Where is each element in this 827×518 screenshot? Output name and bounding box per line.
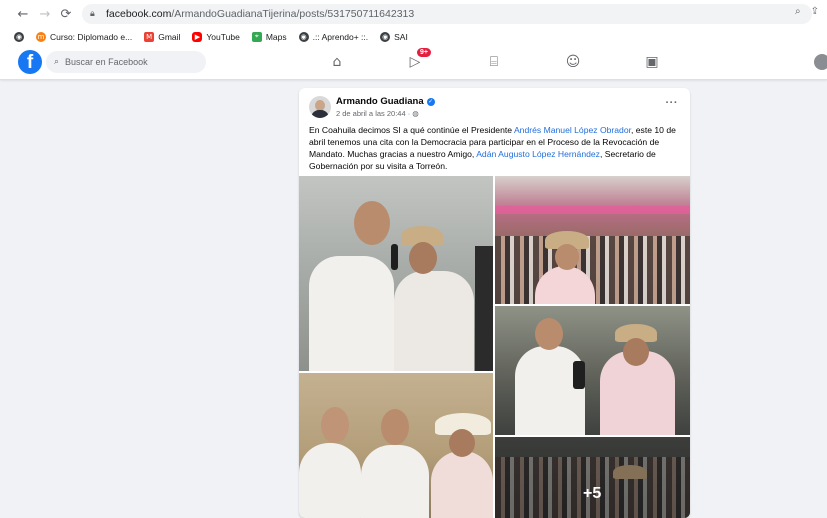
lock-icon: 🔒︎ [90, 9, 95, 19]
post-photo-4[interactable] [299, 373, 493, 518]
globe-icon: ◉ [14, 31, 24, 42]
photo-person-head [535, 318, 563, 350]
photo-person [361, 445, 429, 518]
gaming-icon[interactable]: ▣ [641, 52, 663, 72]
bookmark-label-0: Curso: Diplomado e... [50, 31, 133, 42]
more-photos-count: +5 [583, 485, 602, 502]
more-photos-overlay [495, 437, 690, 518]
bookmark-icon-0: m [36, 31, 46, 42]
photo-person-head [623, 338, 649, 366]
bookmark-label-3: Maps [265, 31, 287, 42]
post-timestamp[interactable]: 2 de abril a las 20:44 · ◍ [336, 109, 419, 118]
home-icon[interactable]: ⌂ [326, 52, 348, 72]
photo-person-head [409, 242, 437, 274]
url-field[interactable]: 🔒︎ facebook.com/ArmandoGuadianaTijerina/… [82, 4, 812, 24]
photo-person-head [354, 201, 390, 245]
bookmark-globe[interactable]: ◉ [14, 31, 24, 42]
post-photo-3[interactable] [495, 306, 690, 435]
notification-badge: 9+ [416, 47, 432, 58]
facebook-header: f ⌕ Buscar en Facebook ⌂ ▷ 9+ ⌸ ☺ ▣ [0, 45, 827, 80]
post-card: Armando Guadiana ✓ 2 de abril a las 20:4… [299, 88, 690, 518]
post-photo-2[interactable] [495, 176, 690, 304]
photo-microphone [391, 244, 398, 270]
post-text-part-1: En Coahuila decimos SI a qué continúe el… [309, 125, 514, 135]
bookmark-icon-5: ◉ [380, 31, 391, 42]
bookmark-item-2[interactable]: ▶ YouTube [192, 31, 240, 42]
photo-person [515, 346, 585, 435]
bookmark-label-1: Gmail [158, 31, 181, 42]
bookmark-item-4[interactable]: ◉.:: Aprendo+ ::. [298, 31, 369, 42]
post-text: En Coahuila decimos SI a qué continúe el… [309, 124, 681, 172]
bookmark-icon-1: M [144, 31, 155, 42]
zoom-icon[interactable]: ⌕ [795, 6, 801, 17]
forward-arrow-icon[interactable]: → [36, 5, 54, 23]
share-icon[interactable]: ⇪ [811, 6, 819, 17]
avatar-body [311, 110, 329, 118]
author-avatar[interactable] [309, 96, 331, 118]
bookmark-label-4: .:: Aprendo+ ::. [312, 31, 369, 42]
bookmark-item-1[interactable]: M Gmail [144, 31, 181, 42]
url-path: /ArmandoGuadianaTijerina/posts/531750711… [171, 8, 415, 20]
groups-icon[interactable]: ☺ [562, 52, 584, 72]
photo-person-head [381, 409, 409, 445]
photo-person-head [449, 429, 475, 457]
photo-stage-lights [495, 206, 690, 214]
author-name-link[interactable]: Armando Guadiana ✓ [336, 96, 435, 107]
search-icon: ⌕ [54, 57, 60, 67]
bookmark-item-5[interactable]: ◉ SAI [380, 31, 408, 42]
browser-address-bar: ← → ⟳ 🔒︎ facebook.com/ArmandoGuadianaTij… [0, 0, 827, 28]
photo-person-head [321, 407, 349, 443]
bookmark-item-3[interactable]: ⌖ Maps [251, 31, 287, 42]
bookmark-icon-2: ▶ [192, 31, 203, 42]
bookmark-icon-4: ◉ [298, 31, 309, 42]
facebook-logo-icon[interactable]: f [18, 50, 42, 74]
url-host: facebook.com [106, 8, 172, 20]
post-photo-1[interactable] [299, 176, 493, 371]
mention-link-amlo[interactable]: Andrés Manuel López Obrador [514, 125, 631, 135]
verified-badge-icon: ✓ [426, 97, 435, 106]
photo-person [299, 443, 361, 518]
search-input[interactable]: ⌕ Buscar en Facebook [46, 51, 206, 73]
photo-camera [573, 361, 585, 389]
post-photo-5-more[interactable]: +5 [495, 437, 690, 518]
bookmark-label-5: SAI [394, 31, 408, 42]
photo-person [431, 451, 493, 518]
bookmark-label-2: YouTube [206, 31, 240, 42]
reload-icon[interactable]: ⟳ [57, 5, 75, 23]
photo-person-head [555, 244, 579, 270]
bookmark-icon-3: ⌖ [251, 31, 262, 42]
search-placeholder: Buscar en Facebook [65, 57, 148, 67]
bookmarks-bar: ◉ m Curso: Diplomado e... M Gmail ▶ YouTube… [0, 28, 827, 45]
watch-icon[interactable]: ▷ 9+ [404, 47, 432, 72]
globe-icon: ◍ [412, 109, 419, 118]
marketplace-icon[interactable]: ⌸ [483, 52, 505, 72]
back-arrow-icon[interactable]: ← [14, 5, 32, 23]
facebook-logo-letter: f [26, 52, 34, 73]
mention-link-adan[interactable]: Adán Augusto López Hernández [476, 149, 600, 159]
profile-avatar[interactable] [814, 54, 827, 70]
photo-person [394, 271, 474, 371]
bookmark-item-0[interactable]: m Curso: Diplomado e... [36, 31, 133, 42]
post-time-text: 2 de abril a las 20:44 · [336, 109, 413, 118]
author-name: Armando Guadiana [336, 96, 424, 107]
photo-person [309, 256, 394, 371]
more-options-icon[interactable]: ··· [666, 97, 679, 109]
photo-camera [475, 246, 493, 371]
